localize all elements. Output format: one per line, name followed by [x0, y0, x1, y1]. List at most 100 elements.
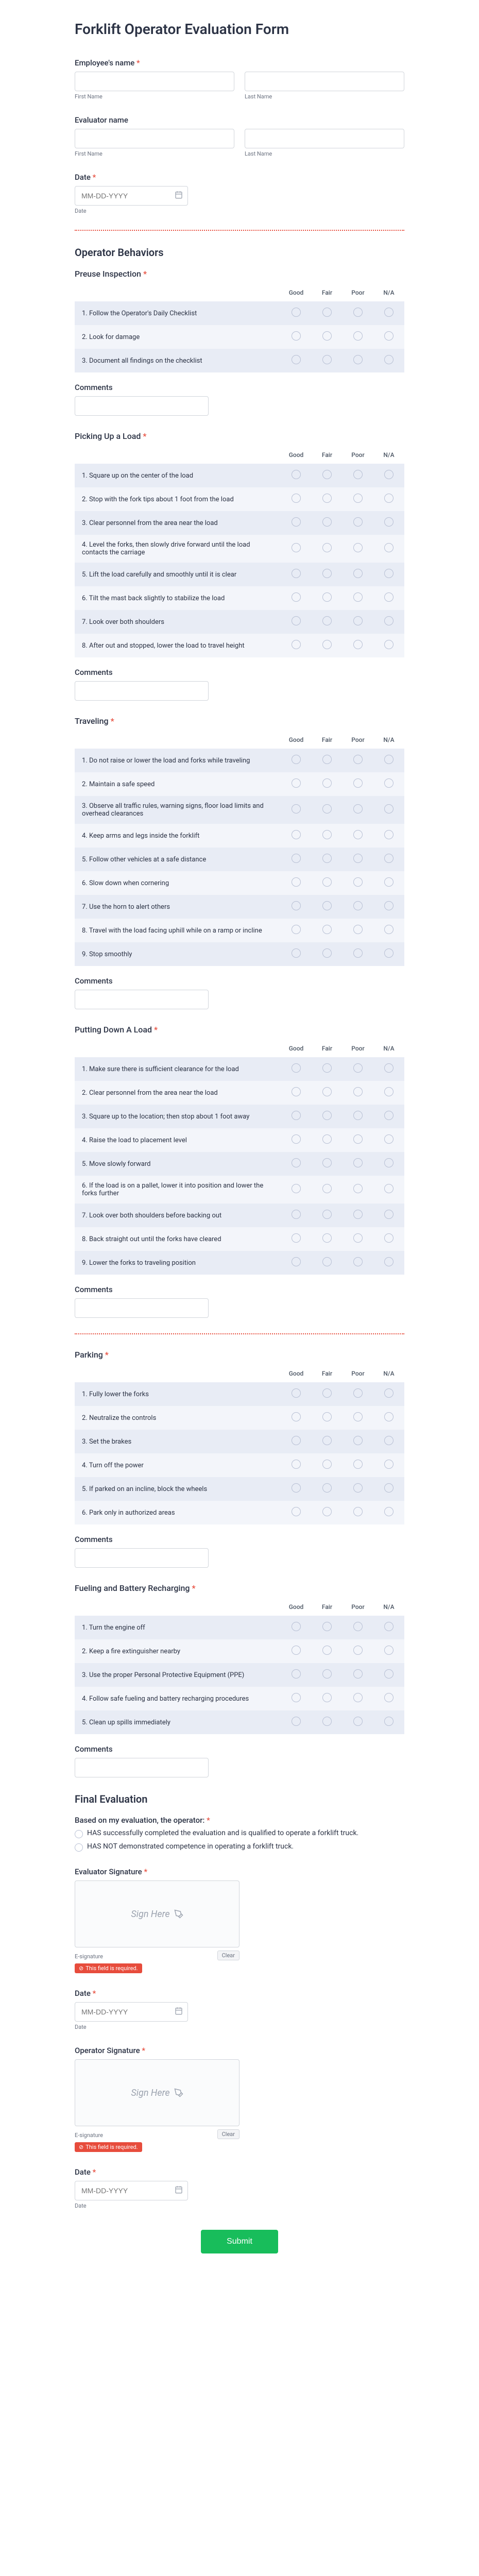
- traveling-radio[interactable]: [322, 830, 332, 839]
- fueling-radio[interactable]: [384, 1717, 394, 1726]
- traveling-radio[interactable]: [292, 830, 301, 839]
- putting-radio[interactable]: [322, 1087, 332, 1096]
- preuse-radio[interactable]: [322, 331, 332, 341]
- putting-radio[interactable]: [384, 1134, 394, 1144]
- traveling-radio[interactable]: [292, 854, 301, 863]
- parking-radio[interactable]: [384, 1507, 394, 1516]
- preuse-radio[interactable]: [322, 355, 332, 364]
- putting-radio[interactable]: [384, 1233, 394, 1243]
- picking-radio[interactable]: [384, 569, 394, 578]
- fueling-radio[interactable]: [353, 1717, 363, 1726]
- submit-button[interactable]: Submit: [201, 2230, 278, 2253]
- picking-radio[interactable]: [292, 494, 301, 503]
- traveling-radio[interactable]: [384, 877, 394, 887]
- traveling-radio[interactable]: [353, 877, 363, 887]
- preuse-comments-input[interactable]: [75, 396, 209, 416]
- traveling-radio[interactable]: [322, 854, 332, 863]
- preuse-radio[interactable]: [353, 355, 363, 364]
- fueling-radio[interactable]: [292, 1622, 301, 1631]
- op-signature-pad[interactable]: Sign Here: [75, 2059, 239, 2126]
- traveling-radio[interactable]: [292, 877, 301, 887]
- putting-radio[interactable]: [353, 1210, 363, 1219]
- preuse-radio[interactable]: [322, 308, 332, 317]
- traveling-radio[interactable]: [322, 804, 332, 814]
- putting-radio[interactable]: [292, 1257, 301, 1266]
- traveling-radio[interactable]: [384, 901, 394, 910]
- parking-radio[interactable]: [292, 1507, 301, 1516]
- putting-comments-input[interactable]: [75, 1298, 209, 1318]
- parking-radio[interactable]: [322, 1483, 332, 1493]
- employee-last-name-input[interactable]: [245, 72, 404, 91]
- putting-radio[interactable]: [353, 1233, 363, 1243]
- employee-first-name-input[interactable]: [75, 72, 234, 91]
- traveling-radio[interactable]: [384, 778, 394, 788]
- traveling-radio[interactable]: [322, 778, 332, 788]
- putting-radio[interactable]: [322, 1063, 332, 1073]
- parking-radio[interactable]: [353, 1507, 363, 1516]
- fueling-radio[interactable]: [384, 1646, 394, 1655]
- traveling-radio[interactable]: [322, 877, 332, 887]
- traveling-radio[interactable]: [353, 778, 363, 788]
- picking-radio[interactable]: [322, 569, 332, 578]
- parking-radio[interactable]: [353, 1460, 363, 1469]
- parking-radio[interactable]: [322, 1507, 332, 1516]
- picking-radio[interactable]: [353, 470, 363, 479]
- parking-radio[interactable]: [384, 1460, 394, 1469]
- fueling-comments-input[interactable]: [75, 1758, 209, 1777]
- preuse-radio[interactable]: [384, 331, 394, 341]
- parking-radio[interactable]: [353, 1388, 363, 1398]
- parking-radio[interactable]: [292, 1483, 301, 1493]
- traveling-radio[interactable]: [353, 830, 363, 839]
- putting-radio[interactable]: [292, 1087, 301, 1096]
- final-option-has[interactable]: HAS successfully completed the evaluatio…: [75, 1829, 404, 1838]
- fueling-radio[interactable]: [322, 1622, 332, 1631]
- fueling-radio[interactable]: [322, 1646, 332, 1655]
- picking-radio[interactable]: [292, 470, 301, 479]
- fueling-radio[interactable]: [353, 1622, 363, 1631]
- fueling-radio[interactable]: [322, 1693, 332, 1702]
- putting-radio[interactable]: [292, 1111, 301, 1120]
- picking-radio[interactable]: [292, 569, 301, 578]
- putting-radio[interactable]: [292, 1184, 301, 1193]
- fueling-radio[interactable]: [322, 1717, 332, 1726]
- putting-radio[interactable]: [292, 1063, 301, 1073]
- parking-radio[interactable]: [292, 1460, 301, 1469]
- fueling-radio[interactable]: [353, 1646, 363, 1655]
- putting-radio[interactable]: [322, 1111, 332, 1120]
- putting-radio[interactable]: [353, 1063, 363, 1073]
- putting-radio[interactable]: [353, 1257, 363, 1266]
- parking-radio[interactable]: [322, 1460, 332, 1469]
- fueling-radio[interactable]: [384, 1622, 394, 1631]
- radio-icon[interactable]: [75, 1843, 83, 1852]
- traveling-radio[interactable]: [353, 755, 363, 764]
- putting-radio[interactable]: [384, 1063, 394, 1073]
- eval-sig-clear-button[interactable]: Clear: [217, 1951, 239, 1960]
- picking-radio[interactable]: [384, 592, 394, 602]
- traveling-radio[interactable]: [292, 901, 301, 910]
- fueling-radio[interactable]: [384, 1693, 394, 1702]
- fueling-radio[interactable]: [353, 1669, 363, 1679]
- picking-radio[interactable]: [384, 517, 394, 527]
- picking-radio[interactable]: [292, 592, 301, 602]
- traveling-radio[interactable]: [292, 755, 301, 764]
- picking-radio[interactable]: [353, 517, 363, 527]
- parking-radio[interactable]: [322, 1436, 332, 1445]
- traveling-radio[interactable]: [322, 925, 332, 934]
- final-option-hasnot[interactable]: HAS NOT demonstrated competence in opera…: [75, 1842, 404, 1852]
- fueling-radio[interactable]: [292, 1646, 301, 1655]
- fueling-radio[interactable]: [292, 1717, 301, 1726]
- preuse-radio[interactable]: [292, 355, 301, 364]
- putting-radio[interactable]: [322, 1233, 332, 1243]
- preuse-radio[interactable]: [384, 308, 394, 317]
- traveling-radio[interactable]: [353, 948, 363, 958]
- parking-radio[interactable]: [322, 1388, 332, 1398]
- op-sig-clear-button[interactable]: Clear: [217, 2129, 239, 2139]
- putting-radio[interactable]: [384, 1184, 394, 1193]
- fueling-radio[interactable]: [292, 1669, 301, 1679]
- picking-radio[interactable]: [384, 494, 394, 503]
- picking-radio[interactable]: [322, 543, 332, 552]
- picking-radio[interactable]: [353, 592, 363, 602]
- traveling-comments-input[interactable]: [75, 990, 209, 1009]
- putting-radio[interactable]: [353, 1111, 363, 1120]
- putting-radio[interactable]: [322, 1210, 332, 1219]
